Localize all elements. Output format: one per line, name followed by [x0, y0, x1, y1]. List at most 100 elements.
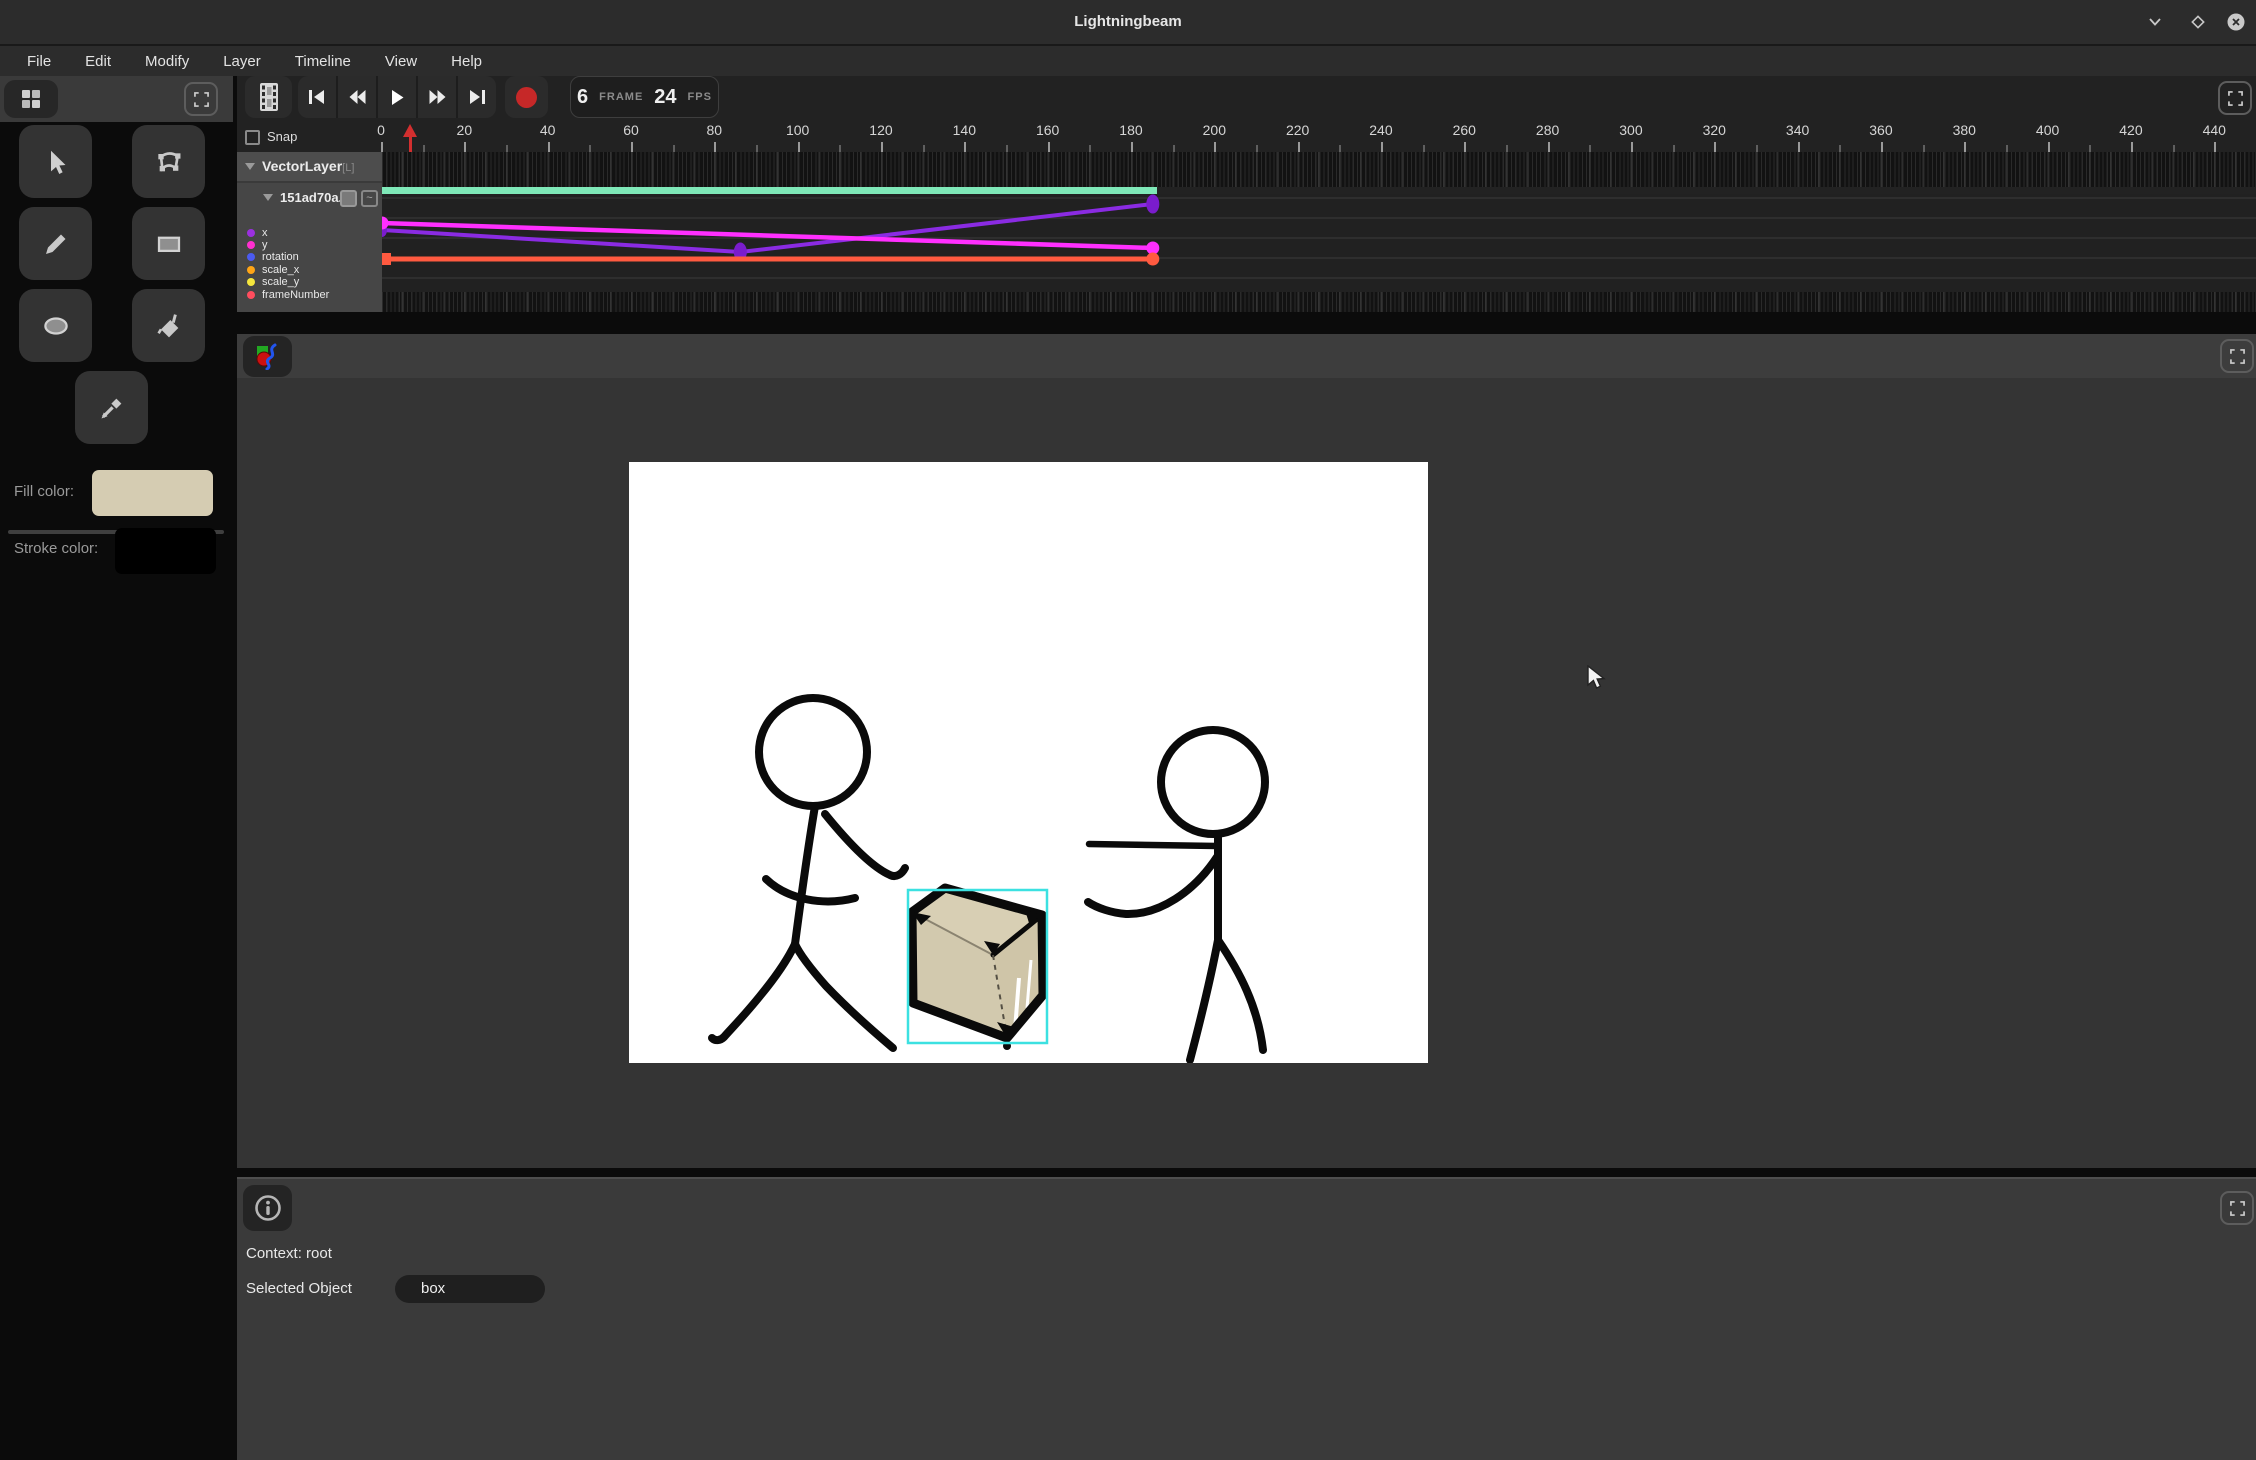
left-stick-figure[interactable] — [712, 698, 905, 1048]
menu-item-timeline[interactable]: Timeline — [278, 49, 368, 74]
selected-object-field[interactable]: box — [395, 1275, 545, 1303]
keyframe-frameNumber[interactable] — [382, 253, 391, 265]
skip-end-icon — [468, 90, 486, 104]
symbol-tilde-button[interactable]: ~ — [361, 190, 378, 207]
tool-pencil-button[interactable] — [19, 207, 92, 280]
ruler-tick — [1464, 142, 1466, 152]
playhead-arrow-icon — [403, 124, 417, 137]
symbol-visibility-button[interactable] — [340, 190, 357, 207]
maximize-button[interactable] — [2183, 7, 2213, 37]
stroke-color-swatch[interactable] — [115, 528, 216, 574]
ruler-frame-label: 80 — [707, 122, 723, 138]
ruler-frame-label: 220 — [1286, 122, 1309, 138]
play-button[interactable] — [378, 76, 418, 118]
property-row-frameNumber[interactable]: frameNumber — [247, 288, 329, 301]
expand-icon — [194, 92, 209, 107]
skip-to-start-button[interactable] — [298, 76, 338, 118]
chevron-down-icon — [2146, 13, 2164, 31]
layer-contents: 151ad70a... ~ xyrotationscale_xscale_yfr… — [237, 183, 382, 312]
property-color-dot — [247, 229, 255, 237]
tool-select-button[interactable] — [19, 125, 92, 198]
rewind-button[interactable] — [338, 76, 378, 118]
menu-item-view[interactable]: View — [368, 49, 434, 74]
layer-frames-strip[interactable] — [382, 152, 2256, 187]
ruler-tick — [2089, 145, 2091, 152]
property-row-scale_x[interactable]: scale_x — [247, 263, 299, 276]
property-row-scale_y[interactable]: scale_y — [247, 276, 299, 289]
ruler-tick — [673, 145, 675, 152]
menu-bar: FileEditModifyLayerTimelineViewHelp — [0, 46, 2256, 76]
menu-item-layer[interactable]: Layer — [206, 49, 278, 74]
ruler-tick — [964, 142, 966, 152]
property-row-x[interactable]: x — [247, 226, 268, 239]
record-icon — [516, 87, 537, 108]
empty-frames-strip[interactable] — [382, 292, 2256, 312]
node-edit-icon — [153, 146, 185, 178]
ruler-tick — [1839, 145, 1841, 152]
animation-curves[interactable] — [382, 194, 2256, 292]
menu-item-edit[interactable]: Edit — [68, 49, 128, 74]
frame-fps-display[interactable]: 6 FRAME 24 FPS — [570, 76, 719, 118]
ruler-tick — [1589, 145, 1591, 152]
right-stick-figure[interactable] — [1088, 730, 1265, 1060]
ruler-tick — [2006, 145, 2008, 152]
tool-node-edit-button[interactable] — [132, 125, 205, 198]
ruler-tick — [798, 142, 800, 152]
ruler-frame-label: 40 — [540, 122, 556, 138]
rectangle-icon — [154, 229, 184, 259]
playback-controls — [298, 76, 496, 118]
keyframe-frameNumber[interactable] — [1146, 253, 1159, 266]
property-row-rotation[interactable]: rotation — [247, 251, 299, 264]
ruler-frame-label: 440 — [2203, 122, 2226, 138]
tool-rectangle-button[interactable] — [132, 207, 205, 280]
tools-expand-button[interactable] — [184, 82, 218, 116]
property-row-y[interactable]: y — [247, 238, 268, 251]
ruler-frame-label: 180 — [1119, 122, 1142, 138]
fill-color-swatch[interactable] — [92, 470, 213, 516]
inspector-info-button[interactable] — [243, 1185, 292, 1231]
fast-forward-button[interactable] — [418, 76, 458, 118]
layer-collapse-icon[interactable] — [245, 163, 255, 170]
layer-name: VectorLayer — [262, 158, 342, 174]
keyframe-x[interactable] — [1146, 195, 1159, 214]
box-object[interactable] — [912, 888, 1043, 1050]
ruler-frame-label: 140 — [953, 122, 976, 138]
tool-eyedropper-button[interactable] — [75, 371, 148, 444]
symbol-row[interactable]: 151ad70a... — [263, 189, 349, 207]
curve-editor-lane[interactable] — [382, 194, 2256, 292]
property-name: scale_x — [262, 264, 299, 276]
record-button[interactable] — [505, 76, 548, 118]
ruler-tick — [1339, 145, 1341, 152]
fast-forward-icon — [428, 90, 447, 104]
frame-ruler[interactable]: 0204060801001201401601802002202402602803… — [237, 120, 2256, 152]
ruler-tick — [381, 142, 383, 152]
ruler-tick — [589, 145, 591, 152]
drawing-canvas[interactable] — [629, 462, 1428, 1063]
stage-expand-button[interactable] — [2220, 339, 2254, 373]
ruler-tick — [423, 145, 425, 152]
inspector-expand-button[interactable] — [2220, 1191, 2254, 1225]
ruler-tick — [923, 145, 925, 152]
ruler-tick — [2048, 142, 2050, 152]
context-text: Context: root — [246, 1245, 332, 1262]
stage-menu-button[interactable] — [243, 336, 292, 377]
timeline-expand-button[interactable] — [2218, 81, 2252, 115]
menu-item-help[interactable]: Help — [434, 49, 499, 74]
keyframe-y[interactable] — [382, 217, 389, 230]
stage-header — [237, 334, 2256, 378]
ruler-tick — [548, 142, 550, 152]
frame-value: 6 — [577, 86, 588, 109]
timeline-menu-button[interactable] — [245, 76, 292, 118]
layer-row-vectorlayer[interactable]: VectorLayer[L] — [237, 152, 382, 183]
menu-item-file[interactable]: File — [10, 49, 68, 74]
panel-grid-button[interactable] — [4, 80, 58, 118]
property-color-dot — [247, 253, 255, 261]
layer-extent-bar[interactable] — [382, 187, 1157, 194]
minimize-button[interactable] — [2140, 7, 2170, 37]
close-button[interactable] — [2221, 7, 2251, 37]
skip-to-end-button[interactable] — [458, 76, 496, 118]
tool-paint-bucket-button[interactable] — [132, 289, 205, 362]
symbol-collapse-icon[interactable] — [263, 194, 273, 201]
menu-item-modify[interactable]: Modify — [128, 49, 206, 74]
tool-ellipse-button[interactable] — [19, 289, 92, 362]
